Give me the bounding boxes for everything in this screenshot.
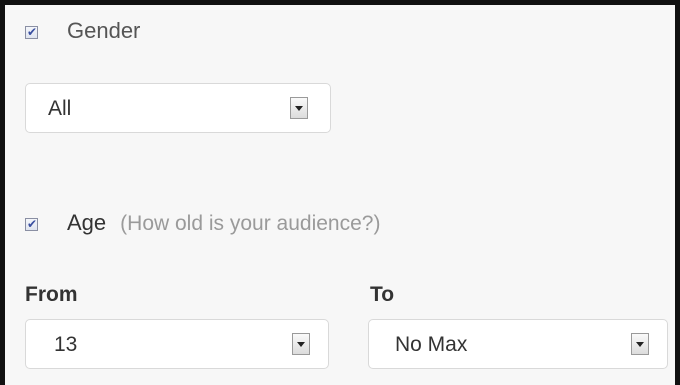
checkmark-icon: ✔ <box>27 217 38 231</box>
checkmark-icon: ✔ <box>27 25 38 39</box>
age-to-select[interactable]: No Max <box>368 319 668 369</box>
chevron-down-icon[interactable] <box>292 333 310 355</box>
age-hint: (How old is your audience?) <box>120 212 381 235</box>
gender-label: Gender <box>67 18 141 43</box>
age-label-row: Age (How old is your audience?) <box>67 210 380 237</box>
age-label: Age <box>67 210 107 235</box>
chevron-down-icon[interactable] <box>631 333 649 355</box>
from-label: From <box>25 283 78 306</box>
to-label: To <box>370 283 395 306</box>
targeting-panel: ✔ Gender All ✔ Age (How old is your audie… <box>0 0 680 385</box>
age-checkbox[interactable]: ✔ <box>25 217 38 231</box>
age-from-value: 13 <box>54 333 78 356</box>
gender-select-value: All <box>48 97 72 120</box>
age-from-select[interactable]: 13 <box>25 319 329 369</box>
gender-checkbox[interactable]: ✔ <box>25 25 38 39</box>
gender-select[interactable]: All <box>25 83 331 133</box>
age-to-value: No Max <box>395 333 468 356</box>
chevron-down-icon[interactable] <box>290 97 308 119</box>
